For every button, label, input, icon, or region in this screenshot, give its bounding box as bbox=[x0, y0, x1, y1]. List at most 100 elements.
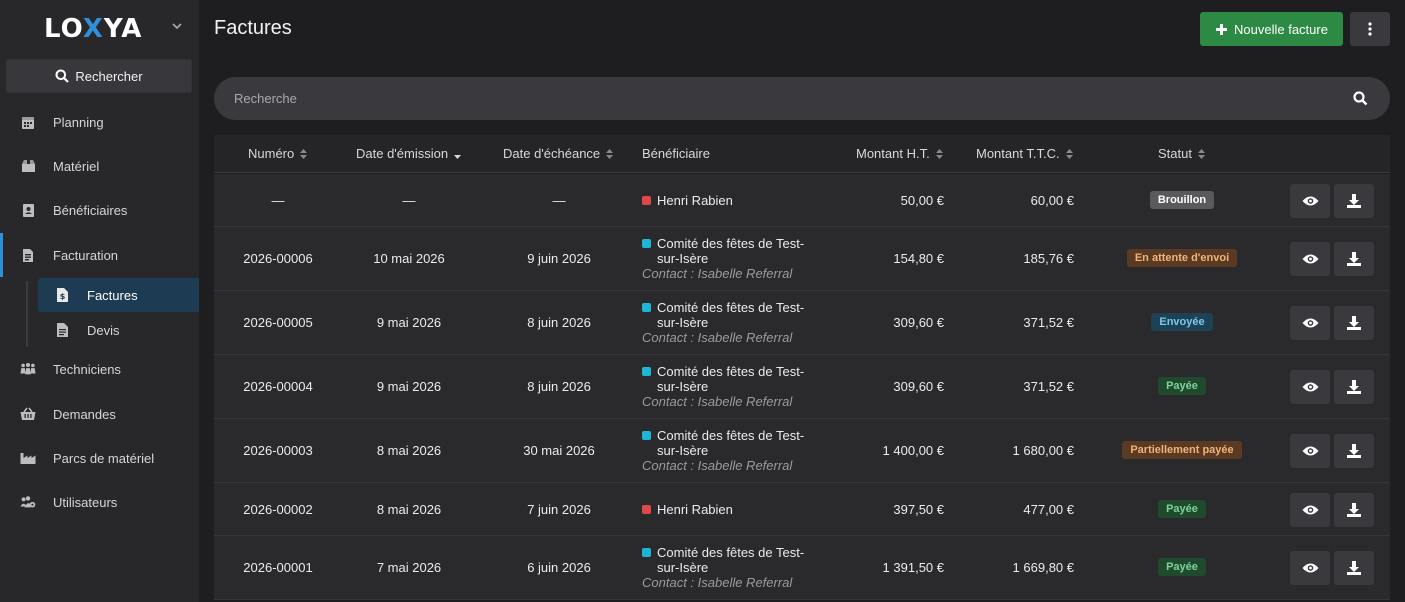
table-row[interactable]: 2026-00005 9 mai 2026 8 juin 2026 Comité de… bbox=[214, 291, 1390, 355]
people-icon bbox=[20, 361, 36, 377]
cell-beneficiaire: Henri Rabien bbox=[642, 502, 842, 517]
download-icon bbox=[1347, 380, 1361, 394]
sidebar-item-facturation[interactable]: Facturation bbox=[0, 235, 199, 275]
beneficiary-contact: Contact : Isabelle Referral bbox=[642, 330, 793, 345]
calendar-icon bbox=[20, 114, 36, 130]
column-header-date-emission[interactable]: Date d'émission bbox=[356, 146, 462, 161]
status-badge: Brouillon bbox=[1149, 190, 1215, 209]
view-button[interactable] bbox=[1290, 306, 1330, 340]
new-invoice-button[interactable]: Nouvelle facture bbox=[1200, 12, 1343, 46]
download-button[interactable] bbox=[1334, 306, 1374, 340]
chevron-down-icon[interactable] bbox=[170, 19, 184, 33]
download-icon bbox=[1347, 502, 1361, 517]
cell-date-emission: 8 mai 2026 bbox=[376, 443, 442, 458]
eye-icon bbox=[1302, 318, 1318, 328]
sidebar-item-techniciens[interactable]: Techniciens bbox=[0, 349, 199, 389]
cell-date-echeance: 8 juin 2026 bbox=[527, 379, 591, 394]
view-button[interactable] bbox=[1290, 434, 1330, 468]
brand-logo[interactable]: LOXYA bbox=[44, 14, 142, 44]
search-icon[interactable] bbox=[1353, 91, 1368, 106]
table-row[interactable]: 2026-00004 9 mai 2026 8 juin 2026 Comité de… bbox=[214, 355, 1390, 419]
table-row[interactable]: 2026-00001 7 mai 2026 6 juin 2026 Comité de… bbox=[214, 536, 1390, 600]
cell-montant-ttc: 1 680,00 € bbox=[1012, 443, 1074, 458]
cell-date-emission: 10 mai 2026 bbox=[373, 251, 445, 266]
cell-montant-ttc: 60,00 € bbox=[1030, 192, 1074, 208]
table-header: Numéro Date d'émission Date d'échéance B… bbox=[214, 135, 1390, 173]
subnav-item-factures[interactable]: $ Factures bbox=[38, 278, 199, 312]
beneficiary-contact: Contact : Isabelle Referral bbox=[642, 458, 793, 473]
column-header-montant-ttc[interactable]: Montant T.T.C. bbox=[976, 146, 1074, 161]
sidebar-item-materiel[interactable]: Matériel bbox=[0, 146, 199, 186]
search-icon bbox=[55, 69, 70, 83]
sidebar-item-beneficiaires[interactable]: Bénéficiaires bbox=[0, 190, 199, 230]
beneficiary-name: Henri Rabien bbox=[657, 192, 733, 208]
eye-icon bbox=[1302, 254, 1318, 264]
cell-date-emission: 9 mai 2026 bbox=[376, 315, 442, 330]
cell-numero: 2026-00003 bbox=[243, 443, 313, 458]
beneficiary-type-dot bbox=[642, 303, 651, 312]
table-row[interactable]: 2026-00003 8 mai 2026 30 mai 2026 Comité de… bbox=[214, 419, 1390, 483]
sidebar-item-parcs[interactable]: Parcs de matériel bbox=[0, 438, 199, 478]
cell-beneficiaire: Comité des fêtes de Test-sur-Isère Contac… bbox=[642, 236, 842, 281]
download-icon bbox=[1347, 252, 1361, 266]
download-button[interactable] bbox=[1334, 183, 1374, 218]
download-button[interactable] bbox=[1334, 492, 1374, 527]
sidebar-item-demandes[interactable]: Demandes bbox=[0, 394, 199, 434]
sidebar-item-planning[interactable]: Planning bbox=[0, 102, 199, 142]
status-badge: Payée bbox=[1158, 499, 1206, 518]
view-button[interactable] bbox=[1290, 370, 1330, 404]
basket-icon bbox=[20, 406, 36, 422]
view-button[interactable] bbox=[1290, 242, 1330, 276]
view-button[interactable] bbox=[1290, 492, 1330, 527]
sidebar-search-label: Rechercher bbox=[75, 68, 143, 84]
column-header-beneficiaire: Bénéficiaire bbox=[642, 146, 710, 161]
table-row[interactable]: 2026-00006 10 mai 2026 9 juin 2026 Comité d… bbox=[214, 227, 1390, 291]
table-row[interactable]: 2026-00002 8 mai 2026 7 juin 2026 Henri Rab… bbox=[214, 483, 1390, 536]
beneficiary-name: Comité des fêtes de Test-sur-Isère bbox=[657, 364, 805, 394]
subnav-item-devis[interactable]: Devis bbox=[38, 313, 199, 347]
status-badge: En attente d'envoi bbox=[1126, 249, 1238, 267]
column-header-date-echeance[interactable]: Date d'échéance bbox=[503, 146, 614, 161]
status-badge: Partiellement payée bbox=[1122, 441, 1242, 459]
download-icon bbox=[1347, 444, 1361, 458]
cell-statut: En attente d'envoi bbox=[1102, 249, 1262, 267]
cell-date-echeance: 9 juin 2026 bbox=[527, 251, 591, 266]
cell-numero: 2026-00004 bbox=[243, 379, 313, 394]
sidebar-search-button[interactable]: Rechercher bbox=[6, 59, 192, 93]
column-header-statut[interactable]: Statut bbox=[1158, 146, 1206, 161]
cell-date-emission: 7 mai 2026 bbox=[376, 560, 442, 575]
status-badge: Payée bbox=[1158, 377, 1206, 395]
beneficiary-name: Comité des fêtes de Test-sur-Isère bbox=[657, 428, 805, 458]
cell-montant-ttc: 477,00 € bbox=[1023, 501, 1074, 517]
sort-icon bbox=[300, 148, 308, 159]
users-cog-icon bbox=[20, 494, 36, 510]
sort-icon bbox=[935, 148, 943, 159]
sort-icon bbox=[1065, 148, 1073, 159]
cell-montant-ht: 50,00 € bbox=[900, 192, 944, 208]
view-button[interactable] bbox=[1290, 183, 1330, 218]
file-text-icon bbox=[55, 323, 69, 337]
download-button[interactable] bbox=[1334, 242, 1374, 276]
cell-montant-ht: 1 400,00 € bbox=[882, 443, 944, 458]
download-button[interactable] bbox=[1334, 434, 1374, 468]
search-input[interactable] bbox=[234, 77, 1334, 120]
column-header-numero[interactable]: Numéro bbox=[248, 146, 308, 161]
cell-statut: Payée bbox=[1102, 377, 1262, 395]
table-row[interactable]: — — — Henri Rabien 50,00 € 60,00 € Brouillon bbox=[214, 174, 1390, 227]
cell-statut: Partiellement payée bbox=[1102, 441, 1262, 459]
download-button[interactable] bbox=[1334, 551, 1374, 585]
cell-beneficiaire: Henri Rabien bbox=[642, 193, 842, 208]
cell-montant-ht: 1 391,50 € bbox=[882, 560, 944, 575]
sidebar-item-utilisateurs[interactable]: Utilisateurs bbox=[0, 482, 199, 522]
more-options-button[interactable] bbox=[1350, 12, 1390, 46]
column-header-montant-ht[interactable]: Montant H.T. bbox=[856, 146, 944, 161]
view-button[interactable] bbox=[1290, 551, 1330, 585]
file-invoice-dollar-icon: $ bbox=[55, 288, 69, 302]
search-bar bbox=[214, 77, 1390, 120]
new-invoice-label: Nouvelle facture bbox=[1234, 21, 1328, 37]
cell-numero: 2026-00006 bbox=[243, 251, 313, 266]
beneficiary-type-dot bbox=[642, 548, 651, 557]
cell-montant-ht: 154,80 € bbox=[893, 251, 944, 266]
cell-montant-ht: 397,50 € bbox=[893, 501, 944, 517]
download-button[interactable] bbox=[1334, 370, 1374, 404]
